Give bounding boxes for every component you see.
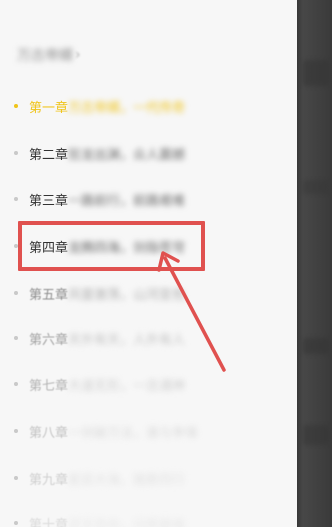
chapter-item-6[interactable]: 第六章 天外有天，人外有人 [0,320,297,356]
bullet-dot-icon [14,197,18,201]
chapter-number: 第十章 [29,517,69,527]
bullet-dot-icon [14,382,18,386]
chapter-title: 一路前行，前路艰难 [68,193,186,209]
chapter-title: 一剑破万法，谁与争锋 [68,425,199,441]
chapter-item-2[interactable]: 第二章 狂龙出渊，众人震撼 [0,135,297,171]
chapter-number: 第六章 [29,332,69,348]
bullet-dot-icon [14,104,18,108]
chapter-item-8[interactable]: 第八章 一剑破万法，谁与争锋 [0,413,297,449]
chapter-number: 第九章 [29,472,69,488]
chapter-number: 第七章 [29,378,69,394]
chapter-title: 风雷激荡，山河变色 [68,287,186,303]
chapter-title: 大道无形，一念通神 [68,378,186,394]
chapter-title: 天外有天，人外有人 [68,332,186,348]
chapter-number: 第二章 [29,147,69,163]
bullet-dot-icon [14,429,18,433]
chapter-title: 逆天改命，问鼎巅峰 [68,517,186,527]
chapter-title: 星辰大海，踏歌而行 [68,472,186,488]
chapter-number: 第八章 [29,425,69,441]
chapter-item-9[interactable]: 第九章 星辰大海，踏歌而行 [0,460,297,496]
chapter-item-5[interactable]: 第五章 风雷激荡，山河变色 [0,275,297,311]
bullet-dot-icon [14,336,18,340]
chapter-item-7[interactable]: 第七章 大道无形，一念通神 [0,366,297,402]
annotation-highlight-box [18,221,205,271]
chapter-title: 万古帝婿，一代传奇 [68,100,186,116]
blurred-content [303,180,329,194]
chapter-number: 第一章 [29,100,69,116]
chapter-item-1[interactable]: 第一章 万古帝婿，一代传奇 [0,88,297,124]
blurred-content [303,60,329,86]
blurred-content [303,425,329,445]
dimmed-reader-backdrop[interactable] [297,0,332,527]
blurred-content [303,338,329,354]
bullet-dot-icon [14,151,18,155]
chapter-item-10[interactable]: 第十章 逆天改命，问鼎巅峰 [0,505,297,527]
chapter-number: 第五章 [29,287,69,303]
bullet-dot-icon [14,521,18,525]
chapter-item-3[interactable]: 第三章 一路前行，前路艰难 [0,181,297,217]
chapter-number: 第三章 [29,193,69,209]
chapter-title: 狂龙出渊，众人震撼 [68,147,186,163]
bullet-dot-icon [14,291,18,295]
bullet-dot-icon [14,476,18,480]
